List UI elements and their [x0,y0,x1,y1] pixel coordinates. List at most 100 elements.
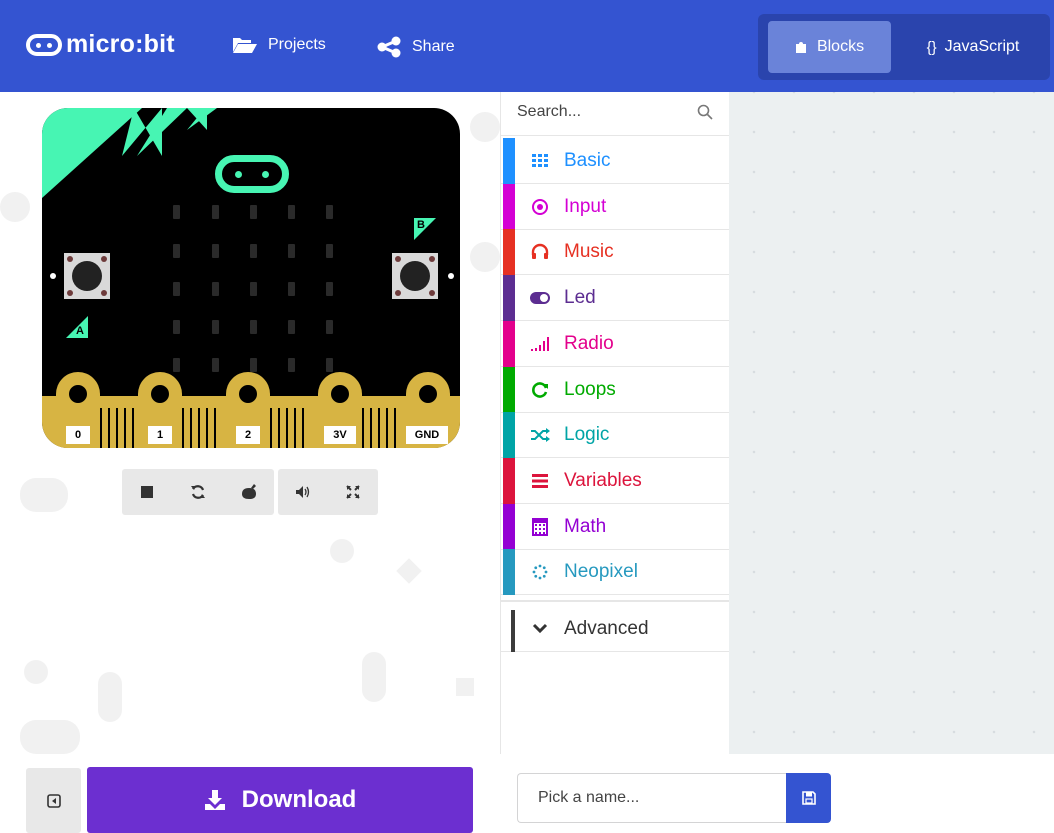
background-decoration [396,558,422,584]
pin-0-label: 0 [66,426,90,444]
toolbox-category-logic[interactable]: Logic [501,412,729,459]
category-color-bar [511,610,515,652]
led[interactable] [212,205,219,219]
puzzle-icon [795,42,806,53]
toolbox-category-led[interactable]: Led [501,275,729,322]
toolbox-search[interactable]: Search... [501,92,729,136]
category-label: Radio [564,332,614,354]
toolbox-category-input[interactable]: Input [501,183,729,230]
debug-button[interactable] [236,479,262,505]
toolbox-category-music[interactable]: Music [501,229,729,276]
download-icon [204,790,225,810]
led[interactable] [326,244,333,258]
led[interactable] [326,282,333,296]
pin-1-label: 1 [148,426,172,444]
led[interactable] [173,282,180,296]
toolbox-category-neopixel[interactable]: Neopixel [501,549,729,596]
javascript-tab[interactable]: {} JavaScript [903,21,1043,73]
toolbox-category-radio[interactable]: Radio [501,320,729,367]
led[interactable] [212,282,219,296]
toolbox-category-variables[interactable]: Variables [501,457,729,504]
grid-icon [529,151,551,171]
led[interactable] [173,358,180,372]
category-label: Logic [564,424,610,446]
led[interactable] [173,244,180,258]
toolbox-category-loops[interactable]: Loops [501,366,729,413]
category-label: Math [564,515,607,537]
toolbox-category-math[interactable]: Math [501,503,729,550]
top-menu-bar: micro:bit Projects Share Blocks {} JavaS… [0,0,1054,92]
led[interactable] [212,358,219,372]
search-icon[interactable] [697,104,713,120]
blocks-tab[interactable]: Blocks [768,21,891,73]
led[interactable] [326,205,333,219]
blocks-label: Blocks [816,38,865,55]
refresh-icon [529,380,551,400]
background-decoration [330,539,354,563]
blocks-workspace[interactable] [729,92,1054,754]
background-decoration [362,652,386,702]
debug-icon [241,484,256,499]
collapse-simulator-button[interactable] [26,768,81,833]
background-decoration [20,720,80,754]
category-color-bar [503,457,515,504]
calculator-icon [529,517,551,537]
save-button[interactable] [786,773,831,823]
project-name-input[interactable] [517,773,787,823]
led[interactable] [326,320,333,334]
background-decoration [98,672,122,722]
collapse-icon [46,793,61,808]
download-button[interactable]: Download [87,767,473,833]
microbit-board: A B 0 1 2 3V GND [42,108,460,448]
microbit-logo-icon [26,33,62,56]
simulator-panel: A B 0 1 2 3V GND [0,92,500,754]
board-corner-decoration [137,108,187,156]
pin-gnd-label: GND [406,426,448,444]
led[interactable] [173,320,180,334]
restart-button[interactable] [185,479,211,505]
led[interactable] [173,205,180,219]
stop-icon [141,486,154,498]
category-color-bar [503,412,515,459]
toolbox-search-input[interactable]: Search... [517,103,581,121]
stop-button[interactable] [134,479,160,505]
led[interactable] [250,358,257,372]
led[interactable] [288,358,295,372]
led[interactable] [212,320,219,334]
led[interactable] [288,205,295,219]
folder-open-icon [233,38,257,53]
button-a-cap [72,261,102,291]
toolbox-category-advanced[interactable]: Advanced [501,606,729,652]
advanced-separator [501,600,729,602]
led[interactable] [288,282,295,296]
background-decoration [470,242,500,272]
fullscreen-button[interactable] [340,479,366,505]
headphones-icon [529,242,551,262]
category-color-bar [503,275,515,322]
category-color-bar [503,320,515,367]
led[interactable] [250,282,257,296]
mute-button[interactable] [290,479,316,505]
microbit-logo[interactable]: micro:bit [26,30,175,59]
category-label: Led [564,287,596,309]
led[interactable] [288,320,295,334]
toolbox-category-basic[interactable]: Basic [501,138,729,184]
simulator-controls [122,469,274,515]
button-a[interactable] [64,253,110,299]
braces-icon: {} [926,38,937,56]
projects-button[interactable]: Projects [232,36,326,54]
led[interactable] [212,244,219,258]
button-b[interactable] [392,253,438,299]
button-b-cap [400,261,430,291]
led[interactable] [250,205,257,219]
led[interactable] [288,244,295,258]
led[interactable] [326,358,333,372]
share-button[interactable]: Share [376,36,455,58]
led[interactable] [250,244,257,258]
background-decoration [20,478,68,512]
background-decoration [0,192,30,222]
share-icon [377,36,401,58]
led[interactable] [250,320,257,334]
blocks-toolbox: Search... Basic Input Music Led Radio Loops Lo… [500,92,729,754]
list-icon [529,471,551,491]
